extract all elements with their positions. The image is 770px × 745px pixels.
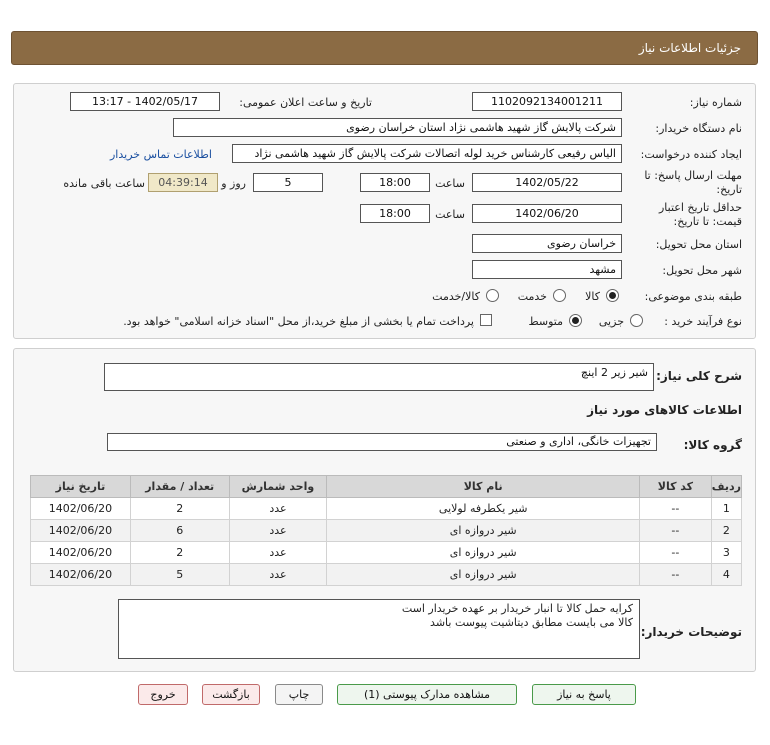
validity-label: حداقل تاریخ اعتبار	[658, 201, 742, 214]
col-code-header: کد کالا	[639, 475, 712, 498]
page-header: جزئیات اطلاعات نیاز	[11, 31, 758, 65]
cell-unit: عدد	[228, 541, 328, 564]
creator-field: الیاس رفیعی کارشناس خرید لوله اتصالات شر…	[232, 144, 622, 163]
process-minor-radio[interactable]	[630, 314, 643, 327]
reply-deadline-label: مهلت ارسال پاسخ: تا	[644, 169, 742, 182]
cell-unit: عدد	[228, 519, 328, 542]
category-goods-radio[interactable]	[606, 289, 619, 302]
reply-date-field: 1402/05/22	[472, 173, 622, 192]
goods-table: ردیف کد کالا نام کالا واحد شمارش تعداد /…	[30, 475, 743, 586]
cell-code: --	[639, 541, 712, 564]
reply-deadline-label-2: تاریخ:	[716, 183, 742, 196]
cell-name: شیر یکطرفه لولایی	[326, 497, 641, 520]
days-label: روز و	[221, 177, 246, 190]
process-medium-label: متوسط	[528, 315, 563, 328]
buyer-notes-line-2: کالا می بایست مطابق دیتاشیت پیوست باشد	[430, 616, 633, 629]
process-label: نوع فرآیند خرید :	[664, 315, 742, 328]
process-medium-radio[interactable]	[569, 314, 582, 327]
cell-name: شیر دروازه ای	[326, 541, 641, 564]
treasury-note: پرداخت تمام یا بخشی از مبلغ خرید،از محل …	[123, 315, 474, 328]
remaining-time-field: 04:39:14	[148, 173, 218, 192]
need-number-label: شماره نیاز:	[689, 96, 742, 109]
cell-row: 4	[710, 563, 743, 586]
cell-qty: 5	[129, 563, 230, 586]
col-date-header: تاریخ نیاز	[30, 475, 131, 498]
cell-date: 1402/06/20	[30, 541, 131, 564]
category-service-label: خدمت	[517, 290, 547, 303]
province-field: خراسان رضوی	[472, 234, 622, 253]
buyer-notes-line-1: کرایه حمل کالا تا انبار خریدار بر عهده خ…	[401, 602, 633, 615]
validity-label-2: قیمت: تا تاریخ:	[673, 215, 742, 228]
cell-name: شیر دروازه ای	[326, 563, 641, 586]
buyer-contact-link[interactable]: اطلاعات تماس خریدار	[110, 148, 212, 161]
city-label: شهر محل تحویل:	[662, 264, 742, 277]
creator-label: ایجاد کننده درخواست:	[640, 148, 742, 161]
page-title: جزئیات اطلاعات نیاز	[638, 41, 741, 55]
exit-button[interactable]: خروج	[138, 684, 188, 705]
table-row: 2 -- شیر دروازه ای عدد 6 1402/06/20	[30, 519, 743, 542]
print-button[interactable]: چاپ	[275, 684, 323, 705]
col-name-header: نام کالا	[326, 475, 641, 498]
announce-field: 1402/05/17 - 13:17	[70, 92, 220, 111]
cell-unit: عدد	[228, 497, 328, 520]
category-goods-service-label: کالا/خدمت	[432, 290, 480, 303]
buyer-org-field: شرکت پالایش گاز شهید هاشمی نژاد استان خر…	[173, 118, 622, 137]
process-minor-label: جزیی	[598, 315, 624, 328]
province-label: استان محل تحویل:	[655, 238, 742, 251]
cell-row: 3	[710, 541, 743, 564]
buyer-notes-field: کرایه حمل کالا تا انبار خریدار بر عهده خ…	[118, 599, 640, 659]
treasury-checkbox[interactable]	[480, 314, 492, 326]
buyer-org-label: نام دستگاه خریدار:	[655, 122, 742, 135]
need-number-field: 1102092134001211	[472, 92, 622, 111]
category-goods-label: کالا	[585, 290, 600, 303]
back-button[interactable]: بازگشت	[202, 684, 260, 705]
announce-label: تاریخ و ساعت اعلان عمومی:	[239, 96, 372, 109]
cell-name: شیر دروازه ای	[326, 519, 641, 542]
cell-unit: عدد	[228, 563, 328, 586]
cell-row: 2	[710, 519, 743, 542]
cell-date: 1402/06/20	[30, 519, 131, 542]
cell-qty: 2	[129, 497, 230, 520]
validity-time-label: ساعت	[435, 208, 465, 221]
cell-date: 1402/06/20	[30, 563, 131, 586]
attachments-button[interactable]: مشاهده مدارک پیوستی (1)	[337, 684, 517, 705]
goods-info-title: اطلاعات کالاهای مورد نیاز	[587, 403, 742, 417]
summary-label: شرح کلی نیاز:	[656, 369, 742, 383]
category-goods-service-radio[interactable]	[486, 289, 499, 302]
cell-code: --	[639, 519, 712, 542]
city-field: مشهد	[472, 260, 622, 279]
reply-button[interactable]: پاسخ به نیاز	[532, 684, 636, 705]
col-row-header: ردیف	[710, 475, 743, 498]
summary-field: شیر زیر 2 اینچ	[104, 363, 654, 391]
table-row: 4 -- شیر دروازه ای عدد 5 1402/06/20	[30, 563, 743, 586]
table-header-row: ردیف کد کالا نام کالا واحد شمارش تعداد /…	[30, 475, 743, 498]
cell-code: --	[639, 563, 712, 586]
col-unit-header: واحد شمارش	[228, 475, 328, 498]
validity-time-field: 18:00	[360, 204, 430, 223]
reply-time-label: ساعت	[435, 177, 465, 190]
cell-date: 1402/06/20	[30, 497, 131, 520]
buyer-notes-label: توضیحات خریدار:	[640, 625, 742, 639]
col-qty-header: تعداد / مقدار	[129, 475, 230, 498]
table-row: 3 -- شیر دروازه ای عدد 2 1402/06/20	[30, 541, 743, 564]
cell-code: --	[639, 497, 712, 520]
cell-row: 1	[710, 497, 743, 520]
cell-qty: 2	[129, 541, 230, 564]
remaining-time-label: ساعت باقی مانده	[63, 177, 145, 190]
goods-group-field: تجهیزات خانگی، اداری و صنعتی	[107, 433, 657, 451]
reply-time-field: 18:00	[360, 173, 430, 192]
table-row: 1 -- شیر یکطرفه لولایی عدد 2 1402/06/20	[30, 497, 743, 520]
goods-group-label: گروه کالا:	[683, 438, 742, 452]
cell-qty: 6	[129, 519, 230, 542]
validity-date-field: 1402/06/20	[472, 204, 622, 223]
days-field: 5	[253, 173, 323, 192]
category-service-radio[interactable]	[553, 289, 566, 302]
category-label: طبقه بندی موضوعی:	[644, 290, 742, 303]
